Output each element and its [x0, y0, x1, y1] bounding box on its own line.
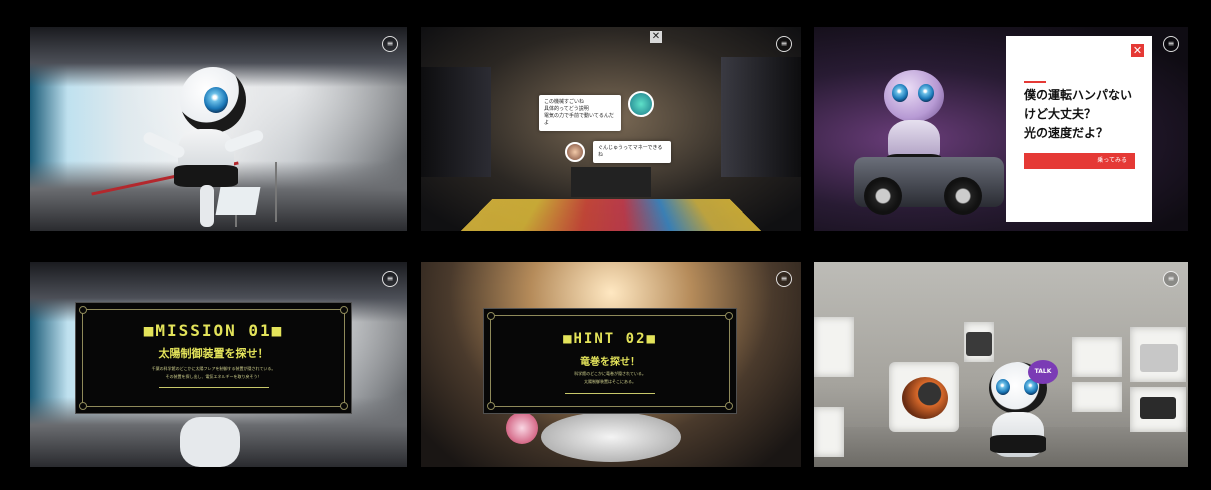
- mascot-robot[interactable]: [140, 57, 265, 227]
- scene-panel-lobby[interactable]: ≡: [30, 27, 407, 231]
- speech-bubble: この機械すごいね 具体的ってどう説明 電気の力で手前で動いてるんだよ: [539, 95, 621, 131]
- scene-panel-garage[interactable]: ✕ 僕の運転ハンパない けど大丈夫？ 光の速度だよ？ 乗ってみる ≡: [814, 27, 1188, 231]
- robot-avatar: [628, 91, 654, 117]
- user-avatar: [565, 142, 585, 162]
- exhibit-table: [571, 167, 651, 197]
- exhibit-appliance: [1140, 344, 1178, 372]
- mission-board: ■MISSION 01■ 太陽制御装置を探せ！ 千葉の科学館のどこかに太陽フレア…: [75, 302, 352, 414]
- wall-panel: [721, 57, 801, 177]
- hint-desc: 科学館のどこかに竜巻が隠されている。: [574, 371, 646, 376]
- hint-subtitle: 竜巻を探せ！: [580, 357, 640, 368]
- board-underline: [158, 387, 269, 388]
- hamburger-menu-icon[interactable]: ≡: [776, 271, 792, 287]
- ride-button[interactable]: 乗ってみる: [1024, 153, 1135, 169]
- display-niche: [814, 407, 844, 457]
- close-icon[interactable]: ✕: [1131, 44, 1144, 57]
- popup-question: 僕の運転ハンパない けど大丈夫？ 光の速度だよ？: [1024, 88, 1133, 140]
- mission-desc: 千葉の科学館のどこかに太陽フレアを制御する装置が隠されている。: [151, 366, 276, 371]
- mascot-robot[interactable]: [180, 417, 240, 467]
- mission-desc: その装置を探し出し、電気エネルギーを取り戻そう！: [165, 374, 262, 379]
- car-wheel: [864, 177, 902, 215]
- mission-title: ■MISSION 01■: [143, 321, 284, 340]
- wall-panel: [421, 67, 491, 177]
- exhibit-dome: [506, 412, 538, 444]
- hamburger-menu-icon[interactable]: ≡: [1163, 271, 1179, 287]
- hint-title: ■HINT 02■: [563, 331, 657, 347]
- hint-board: ■HINT 02■ 竜巻を探せ！ 科学館のどこかに竜巻が隠されている。 太陽制御…: [483, 308, 737, 414]
- talk-badge[interactable]: TALK: [1028, 360, 1058, 384]
- exhibit-appliance: [1140, 397, 1176, 419]
- display-niche: [1072, 382, 1122, 412]
- mission-subtitle: 太陽制御装置を探せ！: [158, 347, 269, 360]
- exhibit-appliance: [902, 377, 948, 419]
- scene-panel-hint[interactable]: ■HINT 02■ 竜巻を探せ！ 科学館のどこかに竜巻が隠されている。 太陽制御…: [421, 262, 801, 467]
- car-wheel: [944, 177, 982, 215]
- hamburger-menu-icon[interactable]: ≡: [776, 36, 792, 52]
- scene-panel-appliances[interactable]: TALK ≡: [814, 262, 1188, 467]
- stanchion: [275, 162, 277, 222]
- accent-rule: [1024, 81, 1046, 83]
- display-niche: [1072, 337, 1122, 377]
- scene-panel-mission[interactable]: ■MISSION 01■ 太陽制御装置を探せ！ 千葉の科学館のどこかに太陽フレア…: [30, 262, 407, 467]
- scene-panel-hall[interactable]: ✕ この機械すごいね 具体的ってどう説明 電気の力で手前で動いてるんだよ ぐんじ…: [421, 27, 801, 231]
- ride-popup: ✕ 僕の運転ハンパない けど大丈夫？ 光の速度だよ？ 乗ってみる: [1006, 36, 1152, 222]
- speech-bubble: ぐんじゅうってマネーできるね: [593, 141, 671, 163]
- exhibit-appliance: [966, 332, 992, 356]
- close-icon[interactable]: ✕: [650, 31, 662, 43]
- hamburger-menu-icon[interactable]: ≡: [1163, 36, 1179, 52]
- display-niche: [814, 317, 854, 377]
- hint-desc: 太陽制御装置はそこにある。: [584, 379, 636, 384]
- hamburger-menu-icon[interactable]: ≡: [382, 36, 398, 52]
- hamburger-menu-icon[interactable]: ≡: [382, 271, 398, 287]
- round-exhibit: [541, 412, 681, 462]
- board-underline: [565, 393, 655, 394]
